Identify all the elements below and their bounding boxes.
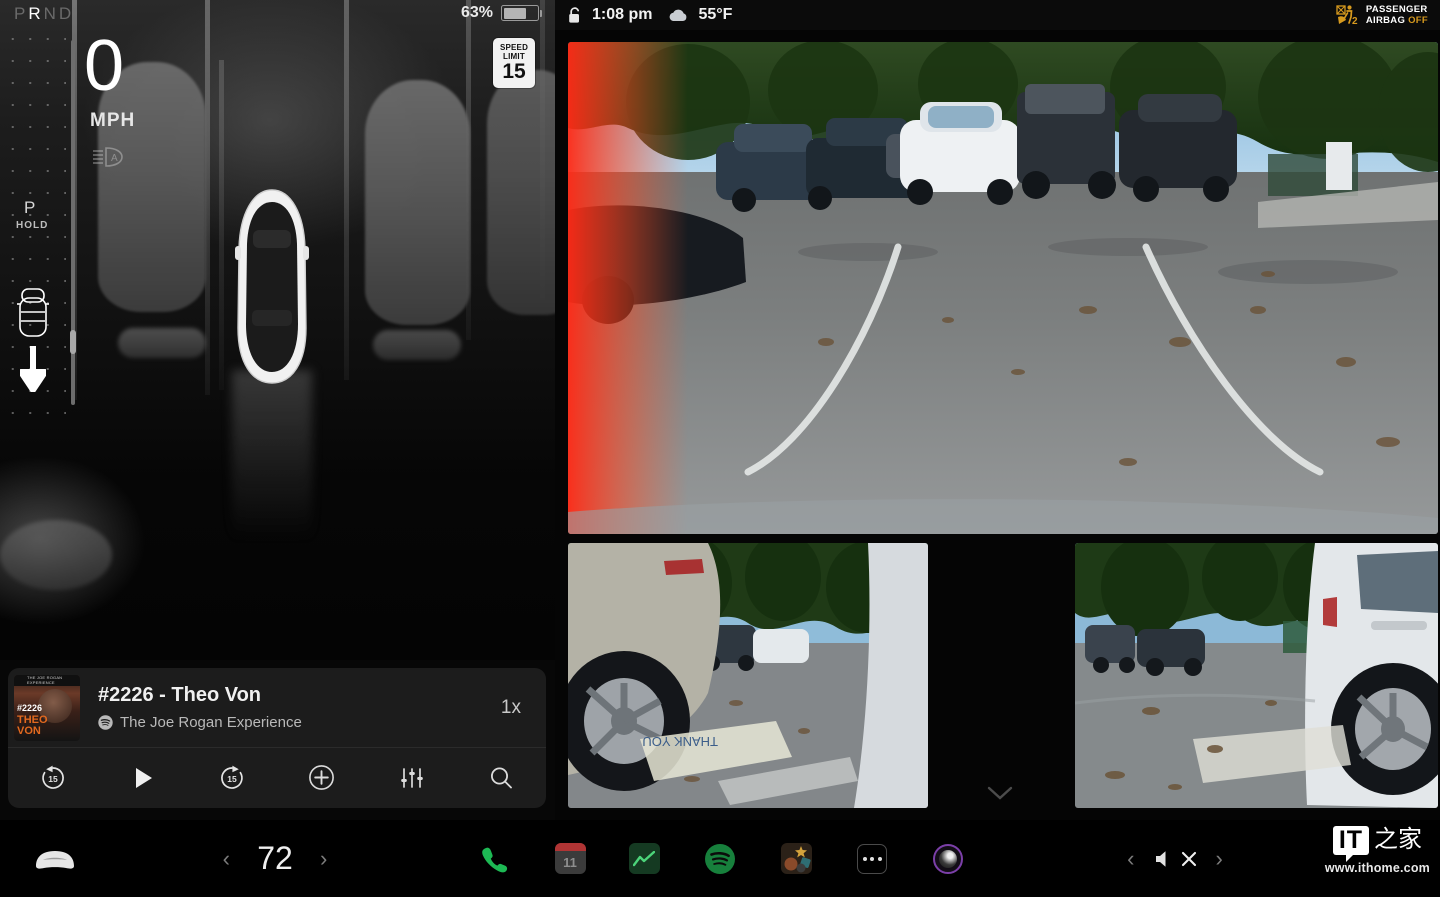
track-title: #2226 - Theo Von — [98, 684, 262, 706]
playback-speed-button[interactable]: 1x — [501, 697, 546, 719]
hold-label: HOLD — [16, 220, 49, 231]
play-button[interactable] — [98, 765, 188, 791]
watermark-logo-text: IT — [1332, 826, 1370, 862]
media-now-playing[interactable]: THE JOE ROGAN EXPERIENCE #2226 THEO VON … — [8, 668, 546, 748]
climate-temperature-stepper[interactable]: ‹ 72 › — [190, 820, 360, 897]
auto-headlight-icon: A — [92, 145, 126, 174]
watermark-url: www.ithome.com — [1324, 861, 1430, 875]
battery-indicator[interactable]: 63% — [460, 4, 542, 22]
more-apps-icon[interactable] — [848, 820, 896, 897]
cloud-icon — [667, 7, 689, 23]
rewind-15-button[interactable]: 15 — [8, 765, 98, 791]
media-controls[interactable]: 15 15 — [8, 748, 546, 807]
airbag-line-2: AIRBAG — [1365, 15, 1406, 26]
volume-stepper[interactable]: ‹ › — [1085, 820, 1265, 897]
stocks-app-icon[interactable] — [620, 820, 668, 897]
ego-vehicle-shadow — [232, 370, 312, 540]
volume-decrease-button[interactable]: ‹ — [1127, 846, 1134, 872]
album-art: THE JOE ROGAN EXPERIENCE #2226 THEO VON — [14, 674, 80, 741]
svg-text:A: A — [111, 153, 118, 164]
clock: 1:08 pm — [592, 6, 653, 23]
left-repeater-camera-view[interactable]: THANK YOU — [568, 543, 928, 808]
svg-text:THANK YOU: THANK YOU — [642, 734, 718, 749]
airbag-line-1: PASSENGER — [1365, 4, 1428, 15]
reverse-direction-arrow — [18, 346, 48, 397]
chevron-down-icon[interactable] — [987, 785, 1013, 806]
passenger-airbag-indicator: 2 PASSENGER AIRBAG OFF — [1336, 4, 1428, 26]
search-button[interactable] — [456, 765, 546, 791]
outside-temperature: 55°F — [698, 6, 733, 23]
tesla-infotainment-screen: P HOLD PRND 63% 0 MPH SPEED LIMIT 15 A T… — [0, 0, 1440, 897]
gear-n: N — [43, 4, 59, 23]
album-art-line2: VON — [17, 724, 41, 737]
rear-camera-view[interactable] — [568, 42, 1438, 534]
forward-15-button[interactable]: 15 — [187, 765, 277, 791]
gear-d: D — [58, 4, 75, 23]
album-art-header: THE JOE ROGAN EXPERIENCE — [14, 674, 80, 686]
current-speed-value: 0 — [84, 26, 125, 106]
toybox-app-icon[interactable] — [772, 820, 820, 897]
add-to-library-button[interactable] — [277, 764, 367, 791]
album-art-line1: THEO — [17, 713, 48, 726]
battery-percent: 63% — [460, 4, 493, 21]
ithome-watermark: IT 之家 www.ithome.com — [1325, 826, 1430, 875]
calendar-app-icon[interactable]: 11 — [546, 820, 594, 897]
album-art-number: #2226 — [17, 702, 43, 713]
speed-limit-sign[interactable]: SPEED LIMIT 15 — [493, 38, 535, 88]
temp-decrease-button[interactable]: ‹ — [223, 846, 230, 872]
car-controls-button[interactable] — [20, 820, 90, 897]
gear-r: R — [28, 4, 44, 23]
car-icon — [32, 846, 78, 872]
speed-unit-label: MPH — [90, 110, 136, 131]
battery-icon — [501, 5, 542, 21]
spotify-icon — [98, 715, 113, 730]
guidance-thumb — [70, 330, 76, 354]
mini-car-icon — [17, 288, 49, 343]
speed-limit-value: 15 — [502, 60, 526, 83]
track-subtitle: The Joe Rogan Experience — [120, 714, 302, 731]
volume-increase-button[interactable]: › — [1216, 846, 1223, 872]
spotify-app-icon[interactable] — [696, 820, 744, 897]
bottom-dock[interactable]: ‹ 72 › 11 ‹ › IT 之家 www.ithome.com — [0, 820, 1440, 897]
svg-text:2: 2 — [1352, 16, 1358, 26]
gear-selector-prnd: PRND — [14, 4, 74, 24]
watermark-logo-cn: 之家 — [1374, 825, 1423, 853]
camera-panel[interactable]: 1:08 pm 55°F 2 PASSENGER AIRBAG OFF THAN… — [555, 0, 1440, 820]
gear-p: P — [14, 4, 29, 23]
volume-muted-icon[interactable] — [1153, 847, 1198, 871]
hold-gear-letter: P — [24, 198, 36, 217]
status-bar: 1:08 pm 55°F 2 PASSENGER AIRBAG OFF — [555, 0, 1440, 30]
temp-increase-button[interactable]: › — [320, 846, 327, 872]
phone-app-icon[interactable] — [470, 820, 518, 897]
right-repeater-camera-view[interactable] — [1075, 543, 1438, 808]
svg-text:15: 15 — [48, 774, 58, 784]
ego-vehicle-icon — [234, 188, 310, 386]
lock-icon[interactable] — [567, 6, 583, 24]
svg-text:15: 15 — [227, 774, 237, 784]
equalizer-button[interactable] — [367, 765, 457, 791]
temp-value: 72 — [257, 840, 293, 876]
driving-visualization-panel[interactable]: P HOLD PRND 63% 0 MPH SPEED LIMIT 15 A T… — [0, 0, 555, 820]
track-metadata: #2226 - Theo Von The Joe Rogan Experienc… — [80, 684, 501, 731]
media-player-card[interactable]: THE JOE ROGAN EXPERIENCE #2226 THEO VON … — [8, 668, 546, 808]
airbag-status: OFF — [1408, 15, 1428, 26]
calendar-day-number: 11 — [563, 855, 577, 870]
camera-app-icon[interactable] — [924, 820, 972, 897]
airbag-off-icon: 2 — [1336, 4, 1360, 26]
